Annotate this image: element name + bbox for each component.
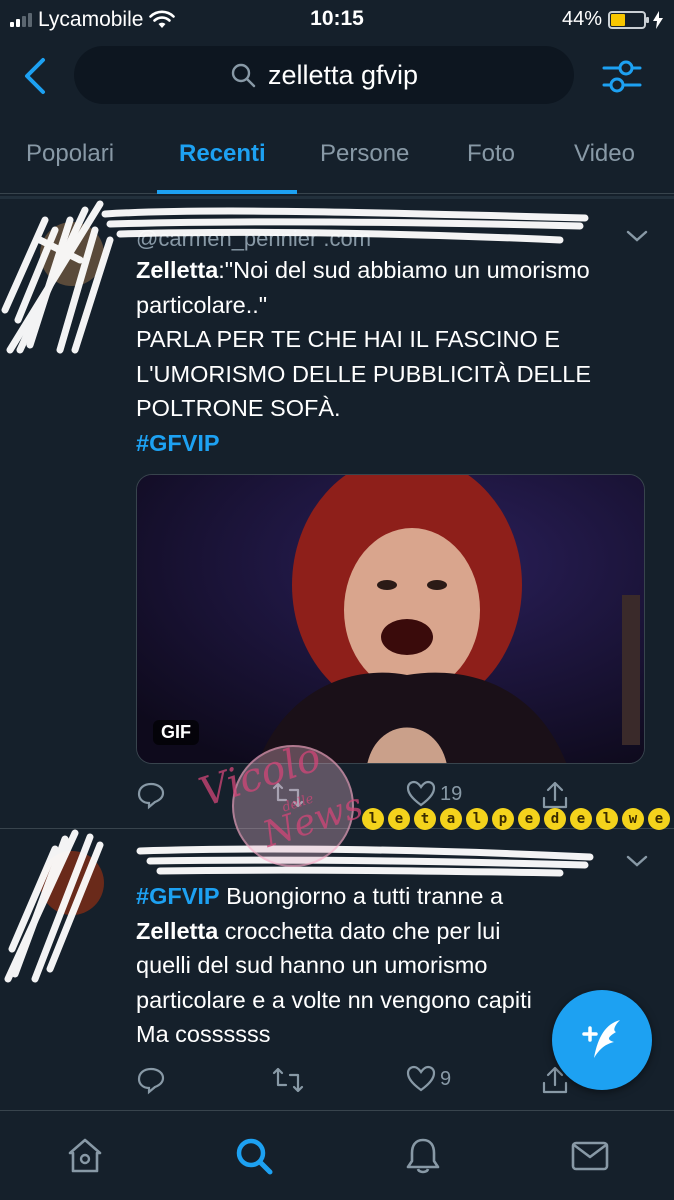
share-icon <box>542 781 568 809</box>
search-query: zelletta gfvip <box>267 59 419 90</box>
status-bar: Lycamobile 10:15 44% <box>0 0 674 40</box>
tweet-mention: Zelletta <box>136 257 219 283</box>
filter-sliders-icon[interactable] <box>600 54 644 98</box>
watermark-letter: e <box>388 808 410 830</box>
reply-button[interactable] <box>136 1065 166 1095</box>
tweet-line: Buongiorno a tutti tranne a <box>219 883 504 909</box>
tweet-line: L'UMORISMO DELLE PUBBLICITÀ DELLE <box>136 360 592 387</box>
chevron-down-icon[interactable] <box>624 228 650 244</box>
hashtag-link[interactable]: #GFVIP <box>136 430 220 456</box>
header-divider <box>0 196 674 199</box>
tab-foto[interactable]: Foto <box>467 140 515 168</box>
tweet-line: particolare e a volte nn vengono capiti <box>136 986 532 1013</box>
gif-badge: GIF <box>153 720 199 745</box>
tweet-line: crocchetta dato che per lui <box>218 917 501 944</box>
compose-tweet-button[interactable] <box>552 990 652 1090</box>
watermark-letter: p <box>492 808 514 830</box>
watermark-talpe: l e t a l p e d e l w e b <box>362 808 674 830</box>
watermark-letter: w <box>622 808 644 830</box>
avatar[interactable] <box>40 222 104 286</box>
battery-icon <box>608 10 649 29</box>
retweet-button[interactable] <box>272 1065 304 1095</box>
watermark-letter: d <box>544 808 566 830</box>
watermark-letter: l <box>596 808 618 830</box>
status-right: 44% <box>562 8 664 31</box>
reply-icon <box>137 1067 165 1095</box>
like-count: 9 <box>440 1067 452 1090</box>
tab-popolari[interactable]: Popolari <box>26 140 114 168</box>
tab-video[interactable]: Video <box>574 140 635 168</box>
reply-icon <box>137 782 165 810</box>
charging-bolt-icon <box>653 10 663 29</box>
search-icon[interactable] <box>233 1135 275 1177</box>
home-icon[interactable] <box>64 1135 106 1177</box>
tab-persone[interactable]: Persone <box>320 140 409 168</box>
compose-feather-icon <box>582 1020 620 1058</box>
gif-media[interactable]: GIF <box>136 474 645 764</box>
tweet-text: Zelletta:"Noi del sud abbiamo un umorism… <box>136 253 646 460</box>
search-input[interactable]: zelletta gfvip <box>74 46 574 104</box>
battery-percent: 44% <box>561 8 602 30</box>
reply-button[interactable] <box>136 780 166 810</box>
chevron-down-icon[interactable] <box>624 853 650 869</box>
tweet-mention: Zelletta <box>136 917 219 944</box>
media-image <box>137 475 644 763</box>
active-tab-indicator <box>157 190 297 194</box>
search-icon <box>231 63 256 88</box>
watermark-letter: t <box>414 808 436 830</box>
tab-recenti[interactable]: Recenti <box>179 140 266 168</box>
bottom-nav <box>0 1110 674 1200</box>
search-header: zelletta gfvip <box>0 40 674 114</box>
heart-icon <box>406 1065 436 1092</box>
watermark-letter: e <box>518 808 540 830</box>
retweet-icon <box>272 1067 304 1093</box>
avatar[interactable] <box>40 851 104 915</box>
share-button[interactable] <box>541 780 569 810</box>
like-count: 19 <box>440 782 463 805</box>
like-button[interactable]: 19 <box>406 780 462 808</box>
tweet-actions: 9 <box>136 1065 596 1099</box>
back-arrow-icon[interactable] <box>16 54 56 98</box>
messages-mail-icon[interactable] <box>569 1135 611 1177</box>
watermark-letter: e <box>570 808 592 830</box>
search-tabs: Popolari Recenti Persone Foto Video <box>0 122 674 194</box>
tweet-line: quelli del sud hanno un umorismo <box>136 952 488 978</box>
heart-icon <box>406 780 436 807</box>
watermark-letter: l <box>466 808 488 830</box>
watermark-letter: e <box>648 808 670 830</box>
notifications-bell-icon[interactable] <box>402 1135 444 1177</box>
tweet-author-handle[interactable]: @carmen_pennier .com <box>136 226 371 252</box>
watermark-letter: l <box>362 808 384 830</box>
tweet-line: POLTRONE SOFÀ. <box>136 395 341 421</box>
hashtag-link[interactable]: #GFVIP <box>136 883 220 909</box>
tweet-line: Ma cossssss <box>136 1021 271 1047</box>
tweet-line: PARLA PER TE CHE HAI IL FASCINO E <box>136 326 560 352</box>
like-button[interactable]: 9 <box>406 1065 451 1093</box>
watermark-letter: a <box>440 808 462 830</box>
tweet-card[interactable]: @carmen_pennier .com Zelletta:"Noi del s… <box>0 200 674 828</box>
